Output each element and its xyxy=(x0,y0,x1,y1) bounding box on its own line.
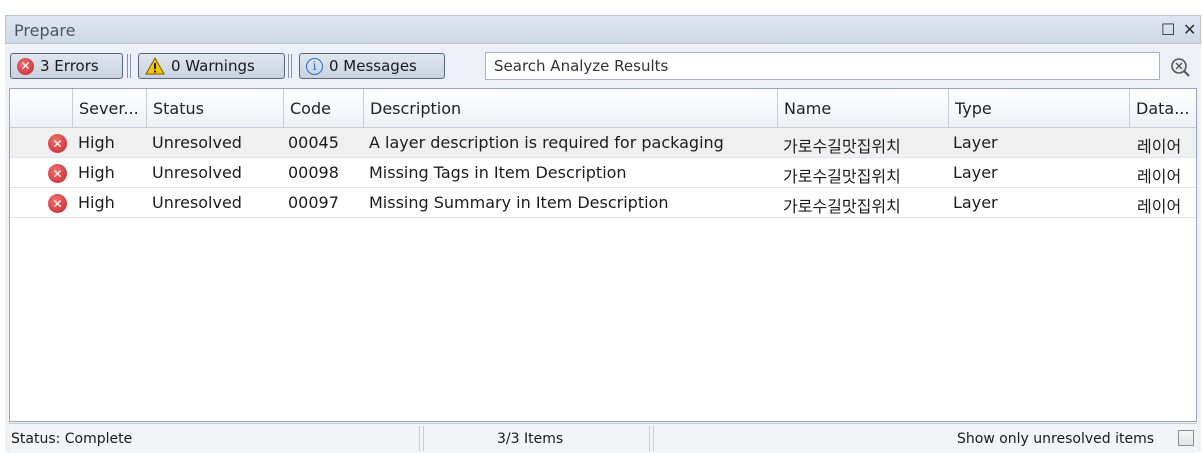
error-icon: ✕ xyxy=(48,164,67,183)
maximize-icon[interactable]: ☐ xyxy=(1161,20,1175,39)
messages-filter-label: 0 Messages xyxy=(329,57,417,75)
filter-toolbar: ✕ 3 Errors 0 Warnings i 0 Messages xyxy=(5,45,1201,87)
code-cell: 00045 xyxy=(288,133,339,152)
data-cell: 레이어 xyxy=(1137,197,1182,216)
prepare-panel: Prepare ☐ ✕ ✕ 3 Errors 0 Warnings i 0 Me… xyxy=(5,15,1201,453)
type-cell: Layer xyxy=(953,133,998,152)
error-icon: ✕ xyxy=(48,194,67,213)
warnings-filter-label: 0 Warnings xyxy=(171,57,255,75)
status-cell: Unresolved xyxy=(152,133,242,152)
data-cell: 레이어 xyxy=(1137,137,1182,156)
info-icon: i xyxy=(306,57,323,75)
code-cell: 00097 xyxy=(288,193,339,212)
description-cell: Missing Summary in Item Description xyxy=(369,193,669,212)
status-cell: Unresolved xyxy=(152,193,242,212)
column-header-description[interactable]: Description xyxy=(363,89,777,127)
status-text: Status: Complete xyxy=(11,431,133,447)
panel-titlebar: Prepare ☐ ✕ xyxy=(5,15,1201,44)
status-divider xyxy=(419,426,424,451)
results-table: Sever... Status Code Description Name Ty… xyxy=(9,88,1197,422)
toolbar-separator xyxy=(127,54,131,78)
toolbar-separator xyxy=(288,54,292,78)
data-cell: 레이어 xyxy=(1137,167,1182,186)
warning-icon xyxy=(145,57,165,75)
close-icon[interactable]: ✕ xyxy=(1183,20,1196,39)
error-icon: ✕ xyxy=(17,57,34,75)
column-header-type[interactable]: Type xyxy=(948,89,1129,127)
error-icon: ✕ xyxy=(48,134,67,153)
severity-cell: High xyxy=(78,163,115,182)
errors-filter-button[interactable]: ✕ 3 Errors xyxy=(10,53,123,79)
column-header-status[interactable]: Status xyxy=(146,89,283,127)
panel-title: Prepare xyxy=(14,21,76,40)
column-header-code[interactable]: Code xyxy=(283,89,363,127)
table-row[interactable]: ✕ High Unresolved 00097 Missing Summary … xyxy=(10,188,1196,218)
type-cell: Layer xyxy=(953,193,998,212)
column-header-data[interactable]: Data... xyxy=(1129,89,1196,127)
search-analyze-input[interactable] xyxy=(485,52,1160,80)
table-row[interactable]: ✕ High Unresolved 00098 Missing Tags in … xyxy=(10,158,1196,188)
column-header-name[interactable]: Name xyxy=(777,89,948,127)
item-count: 3/3 Items xyxy=(497,431,564,447)
status-divider xyxy=(649,426,654,451)
errors-filter-label: 3 Errors xyxy=(40,57,99,75)
unresolved-filter-checkbox[interactable] xyxy=(1178,430,1194,446)
warnings-filter-button[interactable]: 0 Warnings xyxy=(138,53,285,79)
unresolved-filter-label: Show only unresolved items xyxy=(957,431,1155,447)
search-icon[interactable] xyxy=(1169,56,1191,78)
column-header-severity[interactable]: Sever... xyxy=(72,89,146,127)
type-cell: Layer xyxy=(953,163,998,182)
severity-cell: High xyxy=(78,133,115,152)
code-cell: 00098 xyxy=(288,163,339,182)
description-cell: A layer description is required for pack… xyxy=(369,133,724,152)
table-row[interactable]: ✕ High Unresolved 00045 A layer descript… xyxy=(10,128,1196,158)
column-header-icon[interactable] xyxy=(10,89,72,127)
name-cell: 가로수길맛집위치 xyxy=(783,137,901,156)
status-cell: Unresolved xyxy=(152,163,242,182)
status-bar: Status: Complete 3/3 Items Show only unr… xyxy=(9,423,1197,453)
severity-cell: High xyxy=(78,193,115,212)
table-header: Sever... Status Code Description Name Ty… xyxy=(10,89,1196,128)
messages-filter-button[interactable]: i 0 Messages xyxy=(299,53,445,79)
name-cell: 가로수길맛집위치 xyxy=(783,197,901,216)
name-cell: 가로수길맛집위치 xyxy=(783,167,901,186)
description-cell: Missing Tags in Item Description xyxy=(369,163,627,182)
